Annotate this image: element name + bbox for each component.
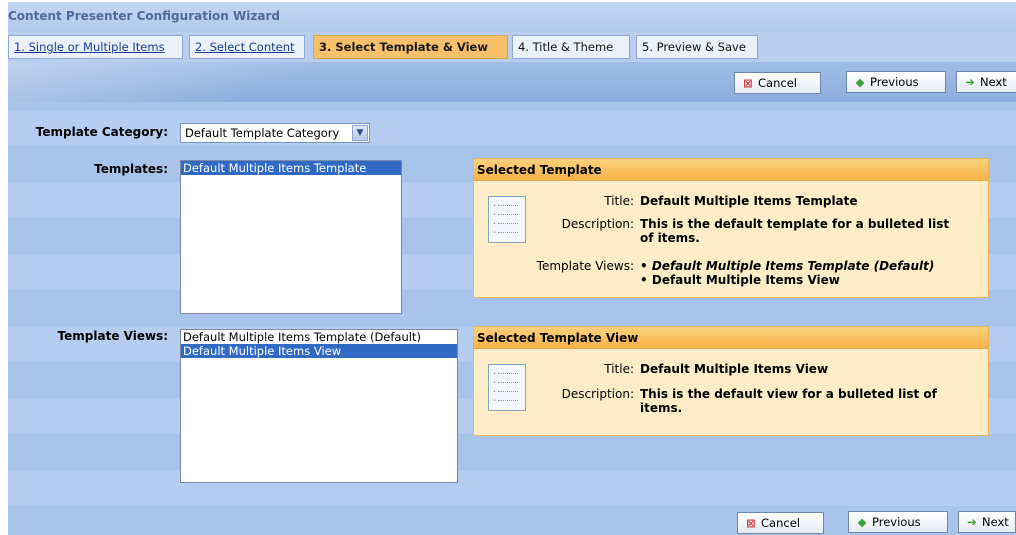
tab-select-content[interactable]: 2. Select Content: [189, 35, 305, 59]
tab-select-template-view[interactable]: 3. Select Template & View: [313, 35, 508, 59]
template-views-label: Template Views:: [57, 329, 168, 343]
tab-title-theme[interactable]: 4. Title & Theme: [512, 35, 630, 59]
cancel-icon: ⊠: [746, 516, 756, 530]
selected-template-panel: Selected Template Title: Default Multipl…: [473, 158, 989, 298]
view-title-value: Default Multiple Items View: [640, 362, 829, 376]
next-button-bottom[interactable]: ➔ Next: [958, 511, 1016, 533]
template-category-select[interactable]: Default Template Category ▼: [180, 123, 370, 143]
template-category-label: Template Category:: [35, 125, 168, 139]
view-desc-line1: This is the default view for a bulleted …: [640, 387, 937, 401]
cancel-icon: ⊠: [743, 76, 753, 90]
chevron-down-icon[interactable]: ▼: [352, 125, 368, 141]
toolbar-top: ⊠ Cancel ◆ Previous ➔ Next: [8, 62, 1016, 102]
view-title-key: Title:: [604, 362, 634, 376]
templates-listbox[interactable]: Default Multiple Items Template: [180, 160, 402, 314]
selected-view-panel: Selected Template View Title: Default Mu…: [473, 326, 989, 436]
arrow-right-icon: ➔: [965, 75, 975, 89]
title-bar: Content Presenter Configuration Wizard: [8, 2, 1016, 32]
previous-button-top[interactable]: ◆ Previous: [846, 71, 946, 93]
template-views-key: Template Views:: [536, 259, 634, 273]
templates-label: Templates:: [94, 162, 168, 176]
wizard-window: Content Presenter Configuration Wizard 1…: [8, 2, 1016, 535]
view-desc-line2: items.: [640, 401, 683, 415]
list-item[interactable]: Default Multiple Items Template: [181, 161, 401, 175]
template-title-key: Title:: [604, 194, 634, 208]
next-button-top[interactable]: ➔ Next: [956, 71, 1016, 93]
tab-single-or-multiple[interactable]: 1. Single or Multiple Items: [8, 35, 183, 59]
template-title-value: Default Multiple Items Template: [640, 194, 858, 208]
cancel-button-top[interactable]: ⊠ Cancel: [734, 72, 821, 94]
template-desc-key: Description:: [561, 217, 634, 231]
selected-view-header: Selected Template View: [474, 327, 988, 349]
template-view-1: • Default Multiple Items Template (Defau…: [640, 259, 935, 273]
template-desc-line2: of items.: [640, 231, 700, 245]
tab-preview-save[interactable]: 5. Preview & Save: [636, 35, 758, 59]
template-views-listbox[interactable]: Default Multiple Items Template (Default…: [180, 329, 458, 483]
arrow-left-icon: ◆: [857, 515, 867, 529]
previous-button-bottom[interactable]: ◆ Previous: [848, 511, 948, 533]
list-item[interactable]: Default Multiple Items View: [181, 344, 457, 358]
view-desc-key: Description:: [561, 387, 634, 401]
template-desc-line1: This is the default template for a bulle…: [640, 217, 950, 231]
template-view-2: • Default Multiple Items View: [640, 273, 840, 287]
cancel-button-bottom[interactable]: ⊠ Cancel: [737, 512, 824, 534]
arrow-right-icon: ➔: [967, 515, 977, 529]
list-item[interactable]: Default Multiple Items Template (Default…: [181, 330, 457, 344]
wizard-title: Content Presenter Configuration Wizard: [8, 9, 280, 23]
wizard-steps: 1. Single or Multiple Items 2. Select Co…: [8, 32, 1016, 62]
arrow-left-icon: ◆: [855, 75, 865, 89]
selected-template-header: Selected Template: [474, 159, 988, 181]
